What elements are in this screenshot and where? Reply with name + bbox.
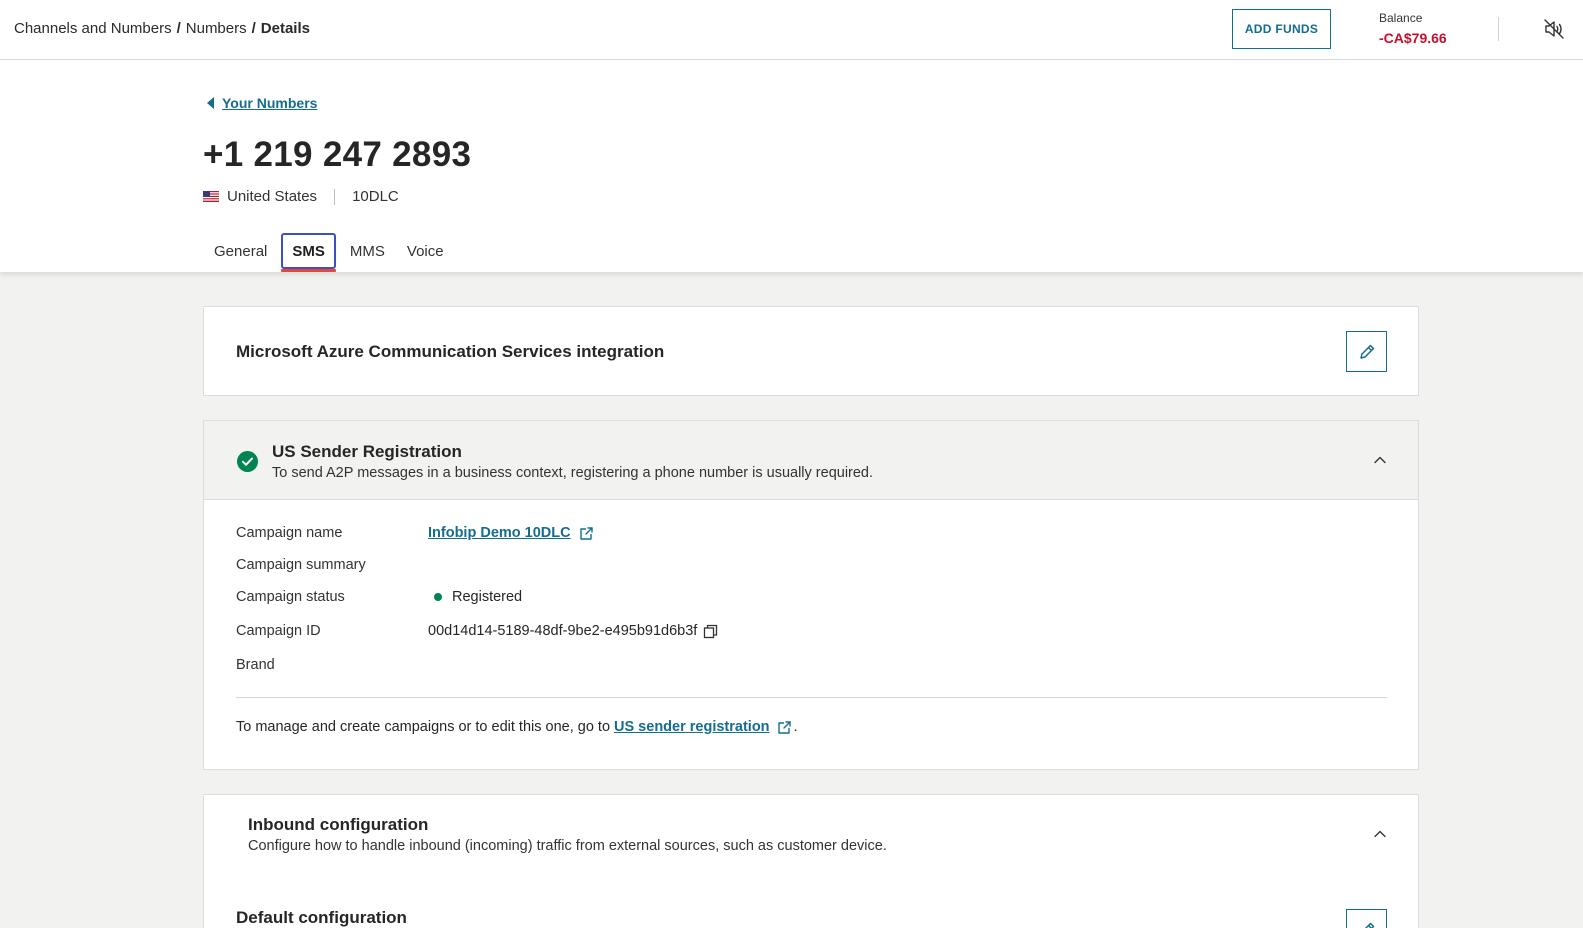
country-label: United States (227, 188, 318, 205)
speaker-muted-icon[interactable] (1543, 18, 1565, 40)
balance-value: -CA$79.66 (1379, 30, 1447, 46)
edit-azure-button[interactable] (1346, 331, 1387, 372)
campaign-name-link[interactable]: Infobip Demo 10DLC (428, 525, 571, 541)
azure-card-title: Microsoft Azure Communication Services i… (236, 342, 665, 361)
check-circle-icon (237, 451, 258, 472)
us-flag-icon (203, 191, 219, 202)
breadcrumb: Channels and Numbers / Numbers / Details (14, 20, 310, 37)
sender-registration-title: US Sender Registration (272, 442, 462, 461)
inbound-configuration-card[interactable]: Inbound configuration Configure how to h… (203, 794, 1419, 874)
chevron-up-icon (1374, 830, 1386, 838)
campaign-id-text: 00d14d14-5189-48df-9be2-e495b91d6b3f (428, 623, 698, 639)
tab-sms[interactable]: SMS (281, 233, 336, 272)
chevron-up-icon (1374, 456, 1386, 464)
us-sender-registration-link[interactable]: US sender registration (614, 719, 770, 735)
campaign-name-label: Campaign name (236, 525, 343, 541)
sender-registration-footer: To manage and create campaigns or to edi… (236, 719, 798, 735)
azure-integration-card: Microsoft Azure Communication Services i… (203, 306, 1419, 396)
tab-general[interactable]: General (203, 233, 278, 269)
breadcrumb-separator: / (176, 20, 181, 37)
footer-text: To manage and create campaigns or to edi… (236, 719, 611, 735)
tab-mms[interactable]: MMS (339, 233, 396, 269)
campaign-status-value: Registered (428, 589, 522, 605)
sender-registration-subtitle: To send A2P messages in a business conte… (272, 465, 874, 481)
inbound-card-title: Inbound configuration (248, 815, 429, 834)
tab-bar: General SMS MMS Voice (203, 233, 455, 272)
number-header: Your Numbers +1 219 247 2893 United Stat… (0, 60, 1583, 272)
breadcrumb-separator: / (251, 20, 256, 37)
chevron-left-icon (207, 97, 214, 109)
divider (334, 188, 336, 205)
breadcrumb-current: Details (260, 20, 310, 37)
brand-label: Brand (236, 657, 275, 673)
edit-default-configuration-button[interactable] (1346, 909, 1387, 928)
status-badge: Registered (452, 589, 523, 605)
divider (236, 697, 1387, 698)
top-bar: Channels and Numbers / Numbers / Details… (0, 0, 1583, 60)
page-title: +1 219 247 2893 (203, 135, 472, 174)
external-link-icon[interactable] (777, 720, 792, 735)
balance-label: Balance (1379, 11, 1423, 25)
breadcrumb-channels-and-numbers[interactable]: Channels and Numbers (14, 20, 172, 37)
add-funds-button[interactable]: ADD FUNDS (1232, 9, 1331, 49)
tab-voice[interactable]: Voice (396, 233, 455, 269)
status-dot (434, 593, 442, 601)
default-card-title: Default configuration (236, 908, 407, 927)
campaign-summary-label: Campaign summary (236, 557, 366, 573)
pencil-icon (1359, 344, 1374, 359)
campaign-name-value: Infobip Demo 10DLC (428, 525, 594, 541)
inbound-card-subtitle: Configure how to handle inbound (incomin… (248, 838, 887, 854)
external-link-icon[interactable] (579, 526, 594, 541)
sender-registration-header[interactable]: US Sender Registration To send A2P messa… (204, 421, 1418, 500)
campaign-status-label: Campaign status (236, 589, 345, 605)
campaign-id-label: Campaign ID (236, 623, 321, 639)
breadcrumb-numbers[interactable]: Numbers (186, 20, 247, 37)
default-configuration-card: Default configuration (203, 873, 1419, 928)
back-link-label: Your Numbers (222, 95, 318, 111)
divider (1498, 17, 1499, 41)
back-to-your-numbers-link[interactable]: Your Numbers (207, 95, 317, 111)
footer-period: . (793, 719, 798, 735)
campaign-id-value: 00d14d14-5189-48df-9be2-e495b91d6b3f (428, 623, 718, 639)
balance: Balance -CA$79.66 (1379, 11, 1447, 46)
number-type-label: 10DLC (352, 188, 399, 205)
pencil-icon (1363, 922, 1374, 928)
number-meta: United States 10DLC (203, 188, 399, 205)
copy-icon[interactable] (703, 624, 718, 639)
us-sender-registration-card: US Sender Registration To send A2P messa… (203, 420, 1419, 770)
